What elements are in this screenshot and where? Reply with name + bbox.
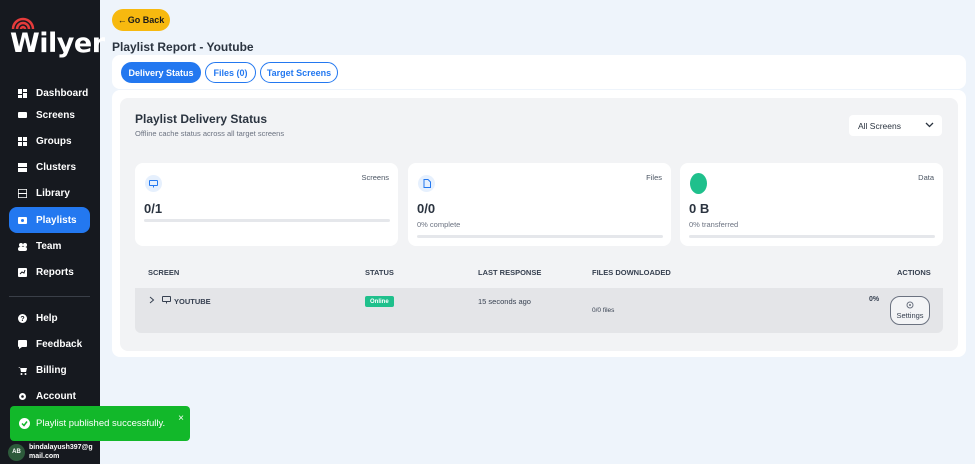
table-row[interactable]: YOUTUBE Online 15 seconds ago 0/0 files … [135, 288, 943, 333]
close-icon[interactable]: × [178, 413, 184, 424]
card-label: Data [918, 173, 934, 182]
clusters-icon [18, 162, 27, 172]
screen-filter-value: All Screens [858, 120, 901, 131]
monitor-icon [145, 175, 162, 192]
sidebar-item-label: Playlists [36, 214, 77, 226]
progress-bar [144, 219, 390, 222]
sidebar-item-label: Team [36, 240, 62, 252]
delivery-panel-inner: Playlist Delivery Status Offline cache s… [120, 98, 958, 351]
progress-bar [417, 235, 663, 238]
file-icon [418, 175, 435, 192]
monitor-icon [162, 296, 171, 306]
screens-card: Screens 0/1 [135, 163, 398, 246]
data-status-icon [690, 173, 707, 194]
column-header: LAST RESPONSE [478, 268, 542, 277]
avatar: AB [8, 443, 25, 461]
sidebar-item-label: Screens [36, 109, 75, 121]
card-label: Screens [361, 173, 389, 182]
success-toast: Playlist published successfully. × [10, 406, 190, 441]
toast-message: Playlist published successfully. [36, 418, 166, 429]
screen-filter-select[interactable]: All Screens [849, 115, 942, 136]
column-header: ACTIONS [897, 268, 931, 277]
sidebar-divider [9, 296, 90, 297]
status-badge: Online [365, 296, 394, 307]
column-header: STATUS [365, 268, 394, 277]
last-response: 15 seconds ago [478, 297, 531, 306]
sidebar-item-label: Billing [36, 364, 67, 376]
user-profile[interactable]: AB bindalayush397@gmail.com [8, 443, 93, 461]
go-back-label: Go Back [127, 15, 165, 25]
svg-text:?: ? [20, 316, 24, 323]
sidebar-item-label: Account [36, 390, 76, 402]
brand-name: Wilyer [10, 28, 105, 59]
data-card: Data 0 B 0% transferred [680, 163, 943, 246]
screen-name: YOUTUBE [174, 297, 211, 306]
files-downloaded: 0/0 files [592, 307, 615, 314]
sidebar-item-playlists[interactable]: Playlists [9, 207, 90, 233]
sidebar-item-help[interactable]: ? Help [9, 305, 90, 331]
sidebar-item-team[interactable]: Team [9, 233, 90, 259]
sidebar-item-label: Help [36, 312, 58, 324]
download-percent: 0% [869, 296, 880, 303]
check-circle-icon [19, 418, 30, 429]
wilyer-logo[interactable]: Wilyer [8, 10, 105, 60]
sidebar-item-label: Reports [36, 266, 74, 278]
sidebar-item-label: Dashboard [36, 87, 89, 99]
sidebar-item-label: Feedback [36, 338, 83, 350]
tab-delivery-status[interactable]: Delivery Status [121, 62, 201, 83]
delivery-panel: Playlist Delivery Status Offline cache s… [112, 90, 966, 357]
card-value: 0 B [689, 201, 710, 216]
card-subtext: 0% transferred [689, 220, 739, 229]
sidebar-item-reports[interactable]: Reports [9, 259, 90, 285]
dashboard-icon [18, 88, 27, 98]
sidebar-item-screens[interactable]: Screens [9, 102, 90, 128]
sidebar-item-library[interactable]: Library [9, 180, 90, 206]
chevron-right-icon[interactable] [149, 296, 155, 306]
playlist-icon [18, 216, 27, 225]
sidebar-item-clusters[interactable]: Clusters [9, 154, 90, 180]
gear-icon [18, 392, 27, 401]
go-back-button[interactable]: ← Go Back [112, 9, 170, 31]
sidebar-item-billing[interactable]: Billing [9, 357, 90, 383]
sidebar-item-label: Groups [36, 135, 72, 147]
tab-target-screens[interactable]: Target Screens [260, 62, 338, 83]
reports-icon [18, 267, 27, 277]
screen-icon [18, 111, 27, 120]
section-title: Playlist Delivery Status [135, 112, 268, 126]
card-value: 0/1 [144, 201, 163, 216]
section-subtitle: Offline cache status across all target s… [135, 129, 285, 138]
help-icon: ? [18, 313, 27, 323]
tabs-bar: Delivery Status Files (0) Target Screens [112, 55, 966, 89]
sidebar-item-groups[interactable]: Groups [9, 128, 90, 154]
sidebar-item-label: Clusters [36, 161, 77, 173]
column-header: SCREEN [148, 268, 180, 277]
column-header: FILES DOWNLOADED [592, 268, 671, 277]
settings-button[interactable]: Settings [890, 296, 930, 325]
settings-label: Settings [896, 311, 924, 320]
user-email: bindalayush397@gmail.com [29, 444, 93, 460]
sidebar: Wilyer Dashboard Screens Groups Clusters… [0, 0, 105, 464]
tab-files[interactable]: Files (0) [205, 62, 256, 83]
card-label: Files [646, 173, 662, 182]
feedback-icon [18, 339, 27, 349]
groups-icon [18, 136, 27, 146]
card-value: 0/0 [417, 201, 436, 216]
sidebar-item-label: Library [36, 187, 70, 199]
page-title: Playlist Report - Youtube [112, 40, 254, 54]
files-card: Files 0/0 0% complete [408, 163, 671, 246]
sidebar-item-feedback[interactable]: Feedback [9, 331, 90, 357]
chevron-down-icon [925, 122, 934, 128]
team-icon [18, 242, 27, 251]
gear-icon [906, 301, 914, 309]
library-icon [18, 188, 27, 198]
arrow-left-icon: ← [117, 15, 127, 25]
cart-icon [18, 366, 27, 375]
progress-bar [689, 235, 935, 238]
card-subtext: 0% complete [417, 220, 461, 229]
